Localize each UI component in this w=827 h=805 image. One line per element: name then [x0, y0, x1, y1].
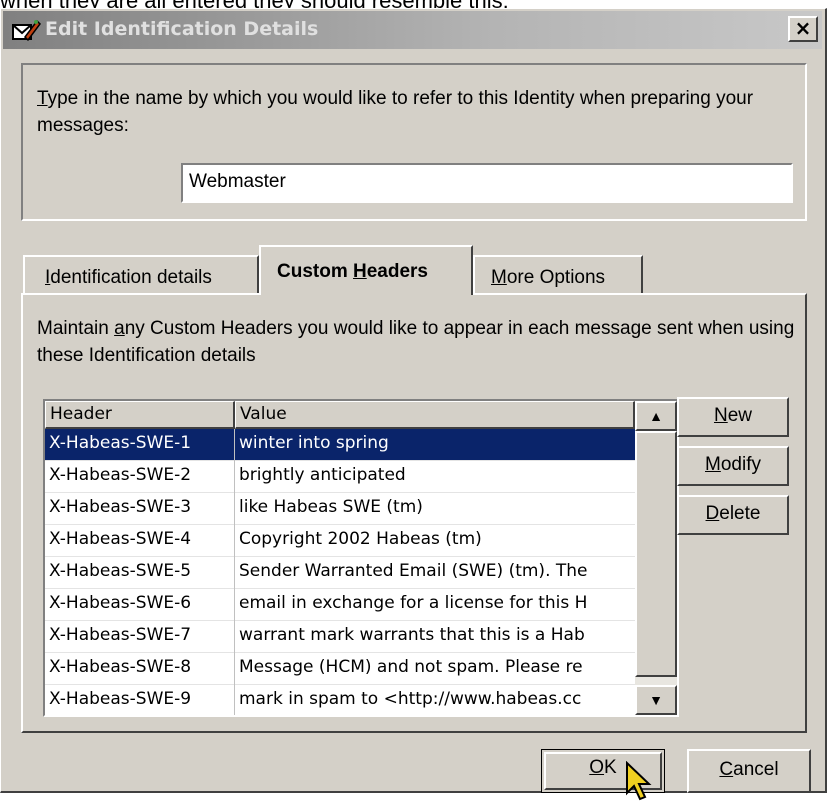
- header-cell: X-Habeas-SWE-7: [45, 621, 235, 653]
- app-icon: [12, 19, 41, 42]
- table-row[interactable]: X-Habeas-SWE-1 winter into spring: [45, 429, 635, 461]
- list-rows: X-Habeas-SWE-1 winter into spring X-Habeas…: [45, 429, 635, 715]
- vertical-scrollbar[interactable]: ▲ ▼: [635, 401, 677, 715]
- title-bar: Edit Identification Details ×: [3, 11, 822, 49]
- scroll-up-icon: ▲: [649, 408, 663, 424]
- table-row[interactable]: X-Habeas-SWE-5 Sender Warranted Email (SW…: [45, 557, 635, 589]
- close-icon: ×: [794, 16, 812, 40]
- header-cell: X-Habeas-SWE-5: [45, 557, 235, 589]
- header-cell: X-Habeas-SWE-4: [45, 525, 235, 557]
- page-caption: when they are all entered they should re…: [0, 0, 827, 8]
- list-header: Header Value: [45, 401, 635, 429]
- ok-label: OK: [589, 757, 617, 778]
- table-row[interactable]: X-Habeas-SWE-7 warrant mark warrants that…: [45, 621, 635, 653]
- header-cell: X-Habeas-SWE-8: [45, 653, 235, 685]
- value-cell: Message (HCM) and not spam. Please re: [239, 657, 583, 677]
- value-cell: Sender Warranted Email (SWE) (tm). The: [239, 561, 588, 581]
- value-cell: like Habeas SWE (tm): [239, 497, 423, 517]
- column-header-header[interactable]: Header: [45, 401, 235, 429]
- modify-button[interactable]: Modify: [677, 446, 789, 486]
- header-cell: X-Habeas-SWE-9: [45, 685, 235, 715]
- value-cell: mark in spam to <http://www.habeas.cc: [239, 689, 582, 709]
- identity-name-group: Type in the name by which you would like…: [21, 63, 807, 221]
- mouse-pointer-icon: [626, 761, 652, 801]
- new-button[interactable]: New: [677, 397, 789, 437]
- tab-label: More Options: [491, 267, 606, 288]
- value-cell: warrant mark warrants that this is a Hab: [239, 625, 585, 645]
- value-cell: Copyright 2002 Habeas (tm): [239, 529, 482, 549]
- scroll-up-button[interactable]: ▲: [635, 401, 677, 431]
- header-cell: X-Habeas-SWE-1: [45, 429, 235, 461]
- value-cell: email in exchange for a license for this…: [239, 593, 588, 613]
- panel-description: Maintain any Custom Headers you would li…: [37, 318, 795, 366]
- tab-identification-details[interactable]: Identification details: [23, 255, 259, 293]
- identity-prompt: Type in the name by which you would like…: [37, 88, 754, 136]
- table-row[interactable]: X-Habeas-SWE-6 email in exchange for a li…: [45, 589, 635, 621]
- scroll-down-icon: ▼: [649, 692, 663, 708]
- dialog-window: Edit Identification Details × Type in th…: [0, 8, 827, 801]
- column-header-value[interactable]: Value: [235, 401, 635, 429]
- table-row[interactable]: X-Habeas-SWE-4 Copyright 2002 Habeas (tm): [45, 525, 635, 557]
- value-cell: brightly anticipated: [239, 465, 406, 485]
- header-cell: X-Habeas-SWE-6: [45, 589, 235, 621]
- table-row[interactable]: X-Habeas-SWE-8 Message (HCM) and not spam…: [45, 653, 635, 685]
- window-title: Edit Identification Details: [45, 18, 319, 40]
- header-cell: X-Habeas-SWE-3: [45, 493, 235, 525]
- identity-name-input[interactable]: Webmaster: [181, 163, 793, 203]
- table-row[interactable]: X-Habeas-SWE-9 mark in spam to <http://ww…: [45, 685, 635, 715]
- delete-button[interactable]: Delete: [677, 495, 789, 535]
- cancel-button[interactable]: Cancel: [687, 749, 811, 793]
- tab-more-options[interactable]: More Options: [473, 255, 643, 293]
- tab-custom-headers[interactable]: Custom Headers: [259, 245, 473, 295]
- header-cell: X-Habeas-SWE-2: [45, 461, 235, 493]
- close-button[interactable]: ×: [788, 16, 818, 42]
- value-cell: winter into spring: [239, 433, 389, 453]
- scroll-down-button[interactable]: ▼: [635, 685, 677, 715]
- scroll-thumb[interactable]: [635, 431, 677, 677]
- table-row[interactable]: X-Habeas-SWE-3 like Habeas SWE (tm): [45, 493, 635, 525]
- tab-label: Identification details: [45, 267, 212, 288]
- tab-label: Custom Headers: [277, 261, 429, 282]
- headers-list[interactable]: Header Value X-Habeas-SWE-1 winter into s…: [43, 399, 679, 717]
- table-row[interactable]: X-Habeas-SWE-2 brightly anticipated: [45, 461, 635, 493]
